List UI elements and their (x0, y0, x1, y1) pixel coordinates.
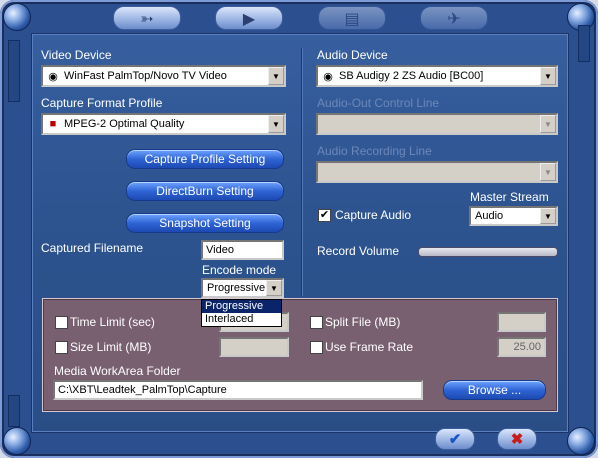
left-strip (8, 40, 20, 102)
encode-option-progressive[interactable]: Progressive (202, 300, 281, 313)
audio-device-label: Audio Device (317, 48, 388, 62)
chevron-down-icon[interactable]: ▼ (268, 115, 284, 133)
audio-device-select[interactable]: ◉ SB Audigy 2 ZS Audio [BC00] ▼ (316, 65, 558, 87)
size-limit-checkbox[interactable] (55, 341, 68, 354)
right-grip (578, 25, 590, 62)
split-file-label: Split File (MB) (325, 315, 401, 329)
audio-out-control-label: Audio-Out Control Line (317, 96, 440, 110)
video-tab-icon: ▶ (242, 8, 256, 28)
audio-out-control-select[interactable]: ▼ (316, 113, 558, 135)
capture-profile-setting-button[interactable]: Capture Profile Setting (126, 149, 284, 169)
chevron-down-icon[interactable]: ▼ (540, 115, 556, 133)
capture-format-select[interactable]: ■ MPEG-2 Optimal Quality ▼ (41, 113, 286, 135)
capture-format-label: Capture Format Profile (41, 96, 163, 110)
encode-mode-value: Progressive (207, 282, 266, 294)
captured-filename-input[interactable]: Video (201, 240, 284, 260)
cancel-button[interactable]: ✖ (497, 428, 537, 450)
frame-rate-checkbox[interactable] (310, 341, 323, 354)
audio-recording-label: Audio Recording Line (317, 144, 432, 158)
time-limit-checkbox[interactable] (55, 316, 68, 329)
split-file-input[interactable] (497, 312, 546, 332)
size-limit-label: Size Limit (MB) (70, 340, 152, 354)
corner-knob-bottom-right (567, 427, 595, 455)
chevron-down-icon[interactable]: ▼ (540, 163, 556, 181)
record-volume-slider[interactable] (418, 247, 558, 257)
capture-format-value: MPEG-2 Optimal Quality (64, 118, 185, 130)
time-limit-label: Time Limit (sec) (70, 315, 155, 329)
frame-rate-input[interactable]: 25.00 (497, 337, 546, 357)
column-divider (301, 48, 303, 296)
snapshot-setting-button[interactable]: Snapshot Setting (126, 213, 284, 233)
disc-tab[interactable]: ▤ (318, 6, 386, 30)
split-file-checkbox[interactable] (310, 316, 323, 329)
speaker-icon: ◉ (323, 70, 333, 83)
encode-option-interlaced[interactable]: Interlaced (202, 313, 281, 326)
checkmark-icon: ✔ (448, 431, 462, 448)
workarea-folder-input[interactable]: C:\XBT\Leadtek_PalmTop\Capture (53, 380, 423, 400)
chevron-down-icon[interactable]: ▼ (540, 208, 556, 224)
directburn-setting-button[interactable]: DirectBurn Setting (126, 181, 284, 201)
capture-audio-checkbox[interactable]: ✔ (318, 209, 331, 222)
workarea-folder-label: Media WorkArea Folder (54, 364, 181, 378)
encode-mode-label: Encode mode (202, 263, 277, 277)
video-device-label: Video Device (41, 48, 112, 62)
film-icon: ■ (49, 118, 57, 130)
tools-tab[interactable]: ✈ (420, 6, 488, 30)
webcam-icon: ◉ (48, 70, 58, 83)
master-stream-label: Master Stream (470, 190, 549, 204)
disc-tab-icon: ▤ (344, 8, 360, 28)
corner-knob-top-left (3, 3, 31, 31)
encode-mode-select[interactable]: Progressive ▼ (201, 278, 284, 298)
audio-recording-select[interactable]: ▼ (316, 161, 558, 183)
frame-rate-label: Use Frame Rate (325, 340, 414, 354)
checkmark-icon: ✔ (319, 209, 330, 221)
capture-tab-icon: ➳ (140, 8, 154, 28)
capture-tab[interactable]: ➳ (113, 6, 181, 30)
master-stream-select[interactable]: Audio ▼ (469, 206, 558, 226)
chevron-down-icon[interactable]: ▼ (266, 280, 282, 296)
capture-audio-label: Capture Audio (335, 208, 412, 222)
chevron-down-icon[interactable]: ▼ (268, 67, 284, 85)
video-device-value: WinFast PalmTop/Novo TV Video (64, 70, 227, 82)
tools-tab-icon: ✈ (447, 8, 461, 28)
x-icon: ✖ (510, 431, 524, 448)
video-device-select[interactable]: ◉ WinFast PalmTop/Novo TV Video ▼ (41, 65, 286, 87)
left-grip (8, 395, 20, 427)
browse-button[interactable]: Browse ... (443, 380, 546, 400)
ok-button[interactable]: ✔ (435, 428, 475, 450)
size-limit-input[interactable] (219, 337, 289, 357)
master-stream-value: Audio (475, 210, 504, 222)
corner-knob-bottom-left (3, 427, 31, 455)
audio-device-value: SB Audigy 2 ZS Audio [BC00] (339, 70, 484, 82)
captured-filename-label: Captured Filename (41, 241, 144, 255)
chevron-down-icon[interactable]: ▼ (540, 67, 556, 85)
encode-mode-dropdown-list: Progressive Interlaced (201, 299, 282, 327)
record-volume-label: Record Volume (317, 244, 400, 258)
video-tab[interactable]: ▶ (215, 6, 283, 30)
